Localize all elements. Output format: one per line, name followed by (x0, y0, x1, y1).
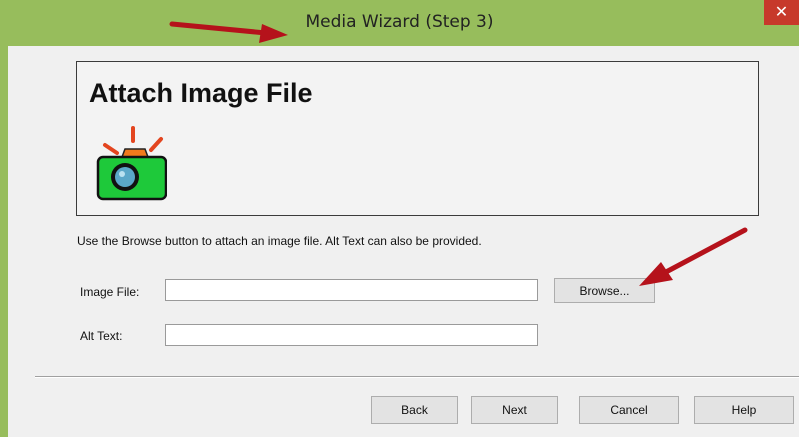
close-button[interactable]: ✕ (764, 0, 799, 25)
header-panel: Attach Image File (76, 61, 759, 216)
next-button[interactable]: Next (471, 396, 558, 424)
alt-text-label: Alt Text: (80, 329, 123, 343)
instructions-text: Use the Browse button to attach an image… (77, 234, 482, 248)
browse-button[interactable]: Browse... (554, 278, 655, 303)
help-button[interactable]: Help (694, 396, 794, 424)
back-button[interactable]: Back (371, 396, 458, 424)
title-bar: Media Wizard (Step 3) ✕ (0, 0, 799, 46)
footer-divider-highlight (35, 377, 799, 378)
camera-icon (96, 126, 167, 201)
image-file-input[interactable] (165, 279, 538, 301)
image-file-label: Image File: (80, 285, 140, 299)
window-frame-left (0, 0, 8, 437)
window-title: Media Wizard (Step 3) (305, 12, 494, 32)
cancel-button[interactable]: Cancel (579, 396, 679, 424)
page-title: Attach Image File (89, 78, 313, 108)
dialog-body: Attach Image File Use the Browse button … (8, 46, 799, 437)
alt-text-input[interactable] (165, 324, 538, 346)
